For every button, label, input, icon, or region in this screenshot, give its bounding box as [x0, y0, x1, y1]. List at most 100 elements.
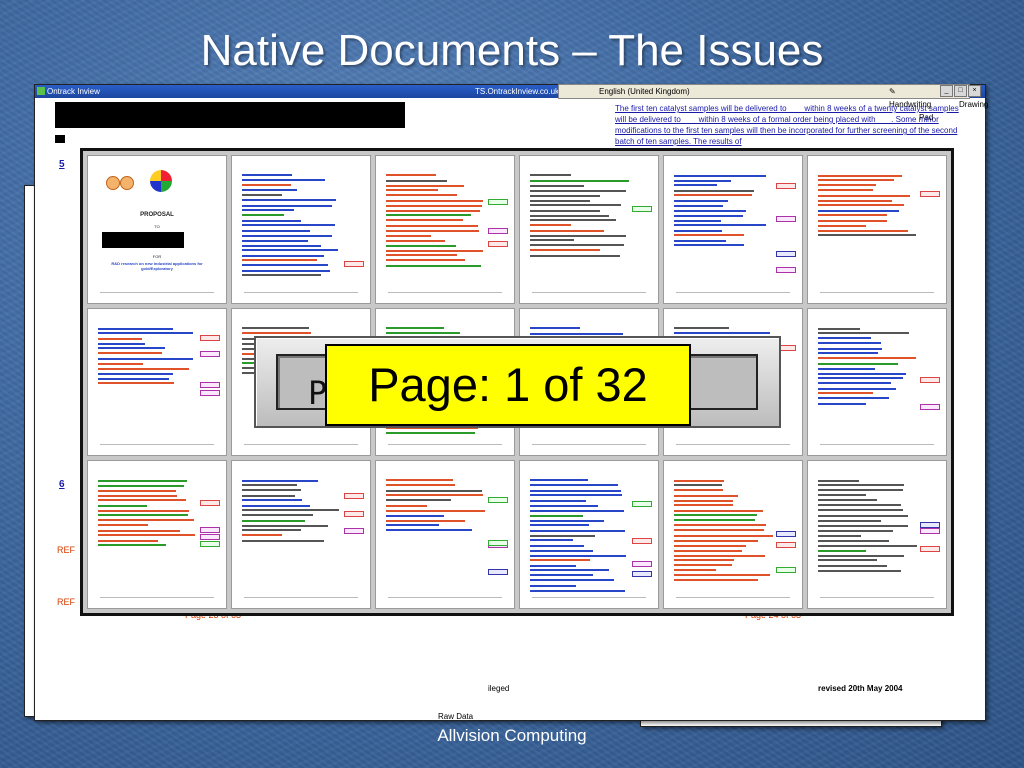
text-line: [818, 214, 887, 216]
page-thumbnail[interactable]: [375, 460, 515, 609]
text-line: [818, 402, 866, 405]
text-line: [674, 550, 742, 553]
text-line: [98, 544, 166, 547]
text-line: [818, 480, 859, 483]
page-thumbnail[interactable]: [807, 307, 947, 457]
app-title: Ontrack Inview: [47, 87, 100, 96]
text-line: [530, 239, 574, 241]
text-line: [242, 495, 295, 498]
text-line: [674, 205, 723, 207]
proposal-to: TO: [154, 224, 160, 229]
markup-tag: [920, 376, 940, 383]
page-thumbnail[interactable]: [519, 460, 659, 609]
text-line: [386, 219, 463, 221]
text-line: [98, 337, 142, 340]
text-line: [674, 514, 757, 517]
text-line: [242, 259, 317, 261]
text-line: [242, 209, 294, 211]
markup-tag: [776, 251, 796, 257]
page-thumbnail[interactable]: [87, 307, 227, 457]
text-line: [242, 245, 321, 247]
text-line: [242, 520, 305, 523]
text-line: [818, 331, 909, 334]
text-line: [530, 530, 625, 533]
text-line: [98, 524, 148, 527]
page-thumbnail[interactable]: [519, 155, 659, 304]
text-line: [242, 230, 310, 232]
page-thumbnail[interactable]: [663, 460, 803, 609]
text-line: [674, 194, 752, 196]
text-line: [674, 484, 722, 487]
language-bar[interactable]: English (United Kingdom) ✎ Handwriting ✐…: [558, 84, 988, 122]
page-thumbnail[interactable]: [231, 155, 371, 304]
text-line: [98, 485, 184, 488]
text-line: [530, 219, 616, 221]
page-thumbnail[interactable]: [807, 460, 947, 609]
redacted-block: [102, 232, 184, 248]
text-line: [386, 180, 447, 182]
text-line: [674, 545, 746, 548]
text-line: [386, 254, 457, 256]
close-icon[interactable]: ×: [968, 85, 981, 97]
text-line: [674, 574, 770, 577]
text-line: [530, 565, 576, 568]
page-thumbnail[interactable]: PROPOSAL TO FOR R&D research on new indu…: [87, 155, 227, 304]
text-line: [98, 346, 165, 349]
text-line: [674, 184, 717, 186]
proposal-title: PROPOSAL: [140, 212, 174, 218]
text-line: [818, 396, 889, 399]
text-line: [674, 569, 716, 572]
page-thumbnail[interactable]: [231, 460, 371, 609]
page-footer: [676, 597, 790, 598]
text-line: [386, 250, 483, 252]
page-counter-highlight: Page: 1 of 32: [325, 344, 691, 426]
text-line: [386, 205, 482, 207]
text-line: [242, 331, 311, 334]
text-line: [530, 510, 624, 513]
markup-tag: [632, 538, 652, 545]
text-line: [386, 484, 455, 487]
text-line: [818, 499, 877, 502]
text-line: [386, 245, 456, 247]
text-line: [530, 185, 584, 187]
text-line: [98, 372, 173, 375]
maximize-icon[interactable]: □: [954, 85, 967, 97]
text-line: [818, 550, 866, 553]
markup-tag: [488, 540, 508, 547]
text-line: [242, 189, 297, 191]
text-line: [818, 530, 893, 533]
text-line: [98, 362, 143, 365]
text-line: [530, 539, 573, 542]
page-thumbnail[interactable]: [663, 155, 803, 304]
language-indicator[interactable]: English (United Kingdom): [599, 87, 690, 96]
page-footer: [388, 444, 502, 446]
text-line: [98, 510, 189, 513]
text-line: [674, 230, 722, 232]
slide-footer: Allvision Computing: [437, 726, 587, 745]
page-thumbnail[interactable]: [807, 155, 947, 304]
text-line: [386, 490, 482, 493]
text-line: [386, 240, 445, 242]
text-line: [386, 431, 475, 434]
text-line: [242, 240, 308, 242]
markup-tag: [488, 497, 508, 504]
text-line: [818, 200, 892, 202]
page-footer: [532, 597, 646, 598]
page-footer: [532, 291, 646, 293]
page-thumbnail[interactable]: [375, 155, 515, 304]
text-line: [242, 489, 301, 492]
logo-icon: [106, 176, 120, 190]
text-line: [98, 530, 180, 533]
text-line: [98, 490, 176, 493]
text-line: [530, 590, 625, 593]
markup-tag: [200, 334, 220, 341]
text-line: [818, 535, 861, 538]
text-line: [242, 264, 328, 266]
text-line: [98, 381, 174, 384]
page-thumbnail[interactable]: [87, 460, 227, 609]
minimize-icon[interactable]: _: [940, 85, 953, 97]
text-line: [674, 224, 766, 226]
text-line: [818, 210, 899, 212]
text-line: [818, 179, 894, 181]
text-line: [98, 499, 186, 502]
